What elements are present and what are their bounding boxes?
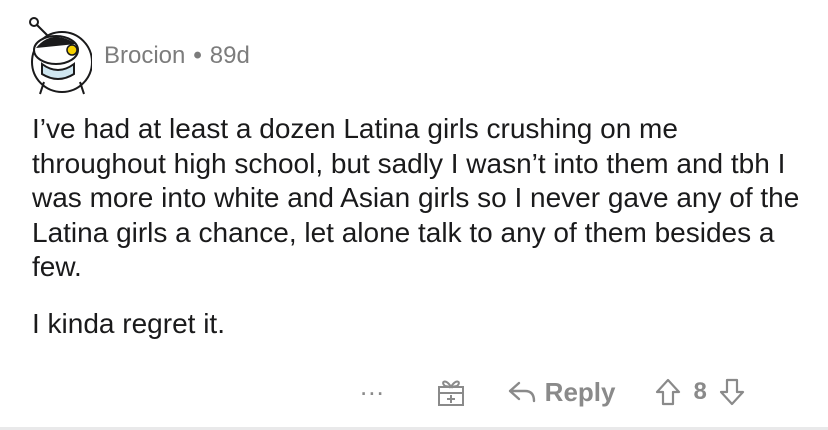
vote-count: 8 xyxy=(693,378,707,405)
gift-award-icon[interactable] xyxy=(435,376,467,408)
reply-button[interactable]: Reply xyxy=(507,376,616,408)
vote-controls: 8 xyxy=(655,377,744,407)
downvote-arrow-icon[interactable] xyxy=(719,377,745,407)
user-avatar[interactable] xyxy=(22,16,92,96)
comment-age: 89d xyxy=(209,42,250,69)
comment-body: I’ve had at least a dozen Latina girls c… xyxy=(32,112,802,363)
comment-header: Brocion • 89d xyxy=(22,16,250,96)
comment-paragraph-2: I kinda regret it. xyxy=(32,307,225,339)
comment-paragraph-1: I’ve had at least a dozen Latina girls c… xyxy=(32,113,800,282)
meta-separator: • xyxy=(193,42,202,69)
comment-actions: ... Reply 8 xyxy=(352,370,812,414)
more-options-button[interactable]: ... xyxy=(360,373,385,399)
comment-meta: Brocion • 89d xyxy=(104,42,250,70)
username[interactable]: Brocion xyxy=(104,42,185,70)
reply-label: Reply xyxy=(544,376,616,407)
upvote-arrow-icon[interactable] xyxy=(655,377,681,407)
reply-arrow-icon xyxy=(507,379,537,405)
comment-card: Brocion • 89d I’ve had at least a dozen … xyxy=(0,0,828,430)
